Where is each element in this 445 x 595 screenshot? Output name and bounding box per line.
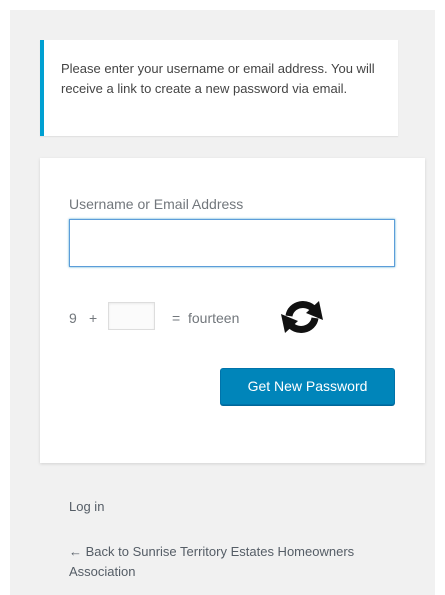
get-new-password-button[interactable]: Get New Password <box>220 368 395 405</box>
username-label: Username or Email Address <box>69 196 244 212</box>
info-message-text: Please enter your username or email addr… <box>61 61 375 96</box>
username-input[interactable] <box>69 219 395 267</box>
captcha-equals: = <box>172 310 181 326</box>
login-link[interactable]: Log in <box>69 499 104 514</box>
info-message: Please enter your username or email addr… <box>40 40 398 136</box>
back-to-site-link[interactable]: ← Back to Sunrise Territory Estates Home… <box>69 542 369 582</box>
captcha-answer-input[interactable] <box>108 302 155 330</box>
captcha-operator: + <box>89 310 98 326</box>
captcha-result: fourteen <box>188 310 240 326</box>
captcha-number: 9 <box>69 310 77 326</box>
refresh-icon[interactable] <box>273 296 331 338</box>
lost-password-form: Username or Email Address 9 + = fourteen… <box>40 158 425 463</box>
